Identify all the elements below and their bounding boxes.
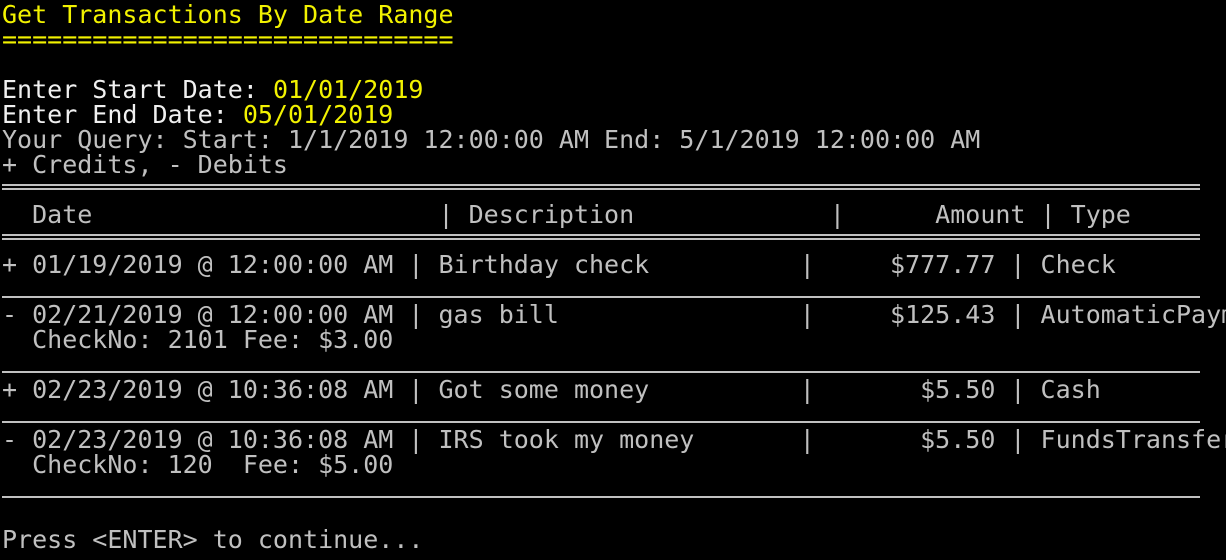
continue-prompt[interactable]: Press <ENTER> to continue... — [2, 527, 423, 552]
row-divider — [2, 421, 1200, 423]
row-divider — [2, 496, 1200, 498]
row-main-line: - 02/21/2019 @ 12:00:00 AM | gas bill | … — [2, 300, 1226, 329]
start-date-row: Enter Start Date: 01/01/2019 — [2, 77, 423, 102]
table-top-double-rule — [2, 184, 1200, 190]
row-main-line: + 02/23/2019 @ 10:36:08 AM | Got some mo… — [2, 375, 1101, 404]
row-divider — [2, 296, 1200, 298]
row-main-line: - 02/23/2019 @ 10:36:08 AM | IRS took my… — [2, 425, 1226, 454]
table-header-double-rule — [2, 234, 1200, 240]
row-detail-line: CheckNo: 2101 Fee: $3.00 — [2, 325, 394, 354]
title-underline: ============================== — [2, 25, 454, 54]
credit-debit-legend: + Credits, - Debits — [2, 150, 288, 179]
row-main-line: + 01/19/2019 @ 12:00:00 AM | Birthday ch… — [2, 250, 1116, 279]
query-summary: Your Query: Start: 1/1/2019 12:00:00 AM … — [2, 125, 981, 154]
end-date-row: Enter End Date: 05/01/2019 — [2, 102, 393, 127]
table-header: Date | Description | Amount | Type — [2, 200, 1131, 229]
page-title: Get Transactions By Date Range — [2, 0, 454, 29]
row-detail-line: CheckNo: 120 Fee: $5.00 — [2, 450, 394, 479]
row-divider — [2, 371, 1200, 373]
